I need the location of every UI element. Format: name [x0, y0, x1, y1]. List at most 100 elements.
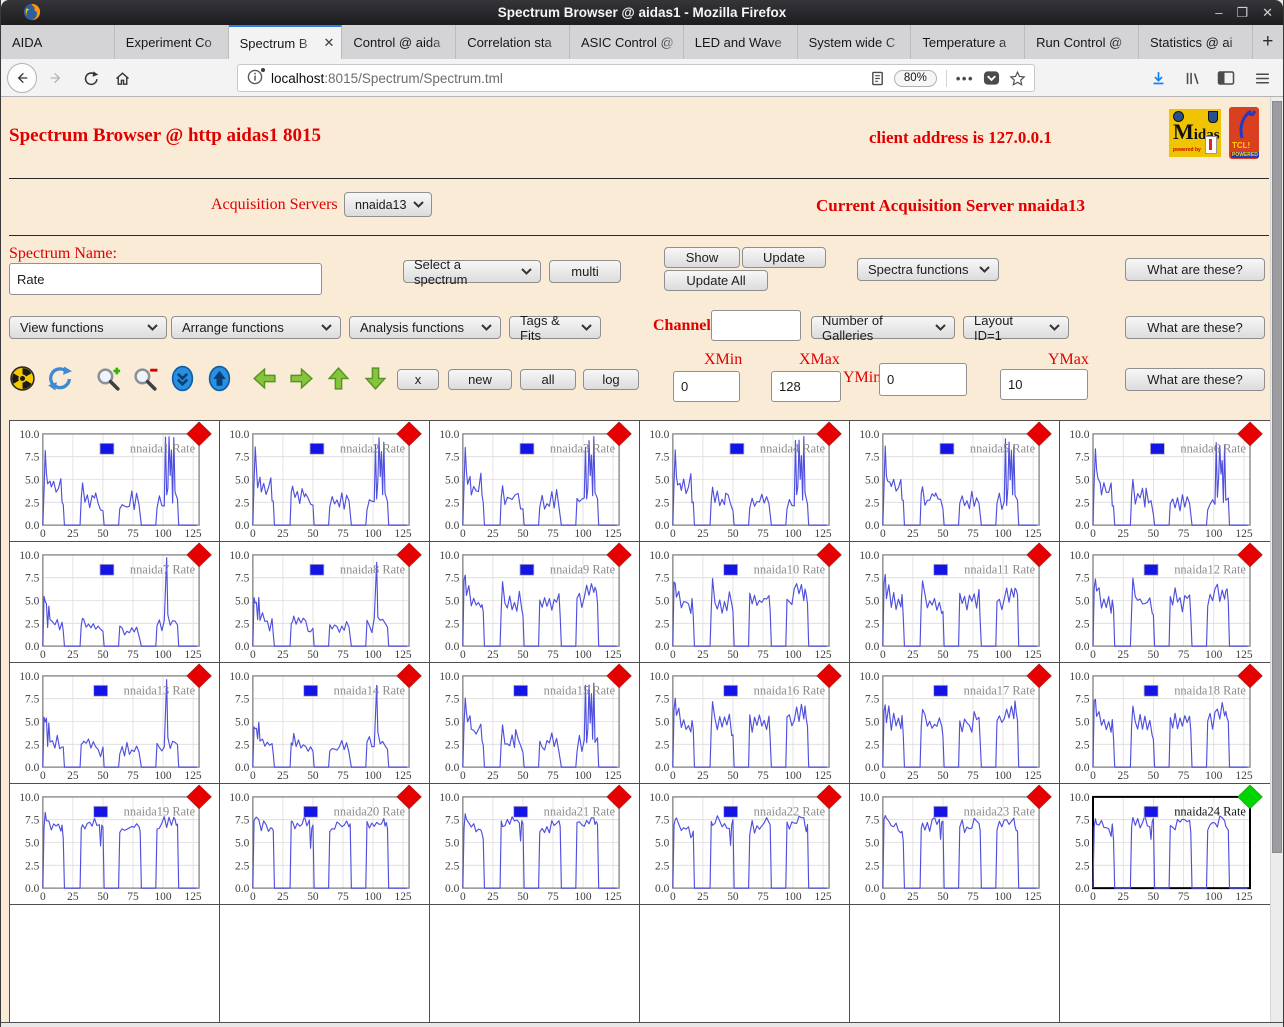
- analysis-functions-dropdown[interactable]: Analysis functions: [349, 316, 501, 339]
- spectra-functions-dropdown[interactable]: Spectra functions: [857, 258, 999, 281]
- pocket-icon[interactable]: [983, 70, 1000, 86]
- zoom-level-badge[interactable]: 80%: [893, 69, 937, 87]
- spectrum-chart-nnaida17[interactable]: 0.0 2.5 5.0 7.5 10.0 0 25 50 75 100 125 nnaida17 Ra…: [850, 663, 1060, 784]
- arrow-right-icon[interactable]: [288, 365, 315, 392]
- minimize-button[interactable]: –: [1215, 0, 1222, 25]
- spectrum-chart-nnaida14[interactable]: 0.0 2.5 5.0 7.5 10.0 0 25 50 75 100 125 nnaida14 Ra…: [220, 663, 430, 784]
- new-button[interactable]: new: [448, 369, 512, 390]
- spectrum-chart-nnaida1[interactable]: 0.0 2.5 5.0 7.5 10.0 0 25 50 75 100 125 nnaida1 Rat…: [10, 421, 220, 542]
- all-button[interactable]: all: [520, 369, 576, 390]
- xmax-input[interactable]: [771, 371, 841, 402]
- spectrum-chart-nnaida6[interactable]: 0.0 2.5 5.0 7.5 10.0 0 25 50 75 100 125 nnaida6 Rat…: [1060, 421, 1270, 542]
- bookmark-star-icon[interactable]: [1009, 70, 1026, 87]
- ymax-input[interactable]: [1000, 369, 1088, 400]
- spectrum-chart-nnaida21[interactable]: 0.0 2.5 5.0 7.5 10.0 0 25 50 75 100 125 nnaida21 Ra…: [430, 784, 640, 905]
- tab-control-aida[interactable]: Control @ aida: [342, 25, 457, 59]
- tab-system-wide-c[interactable]: System wide C: [798, 25, 912, 59]
- close-button[interactable]: ✕: [1262, 0, 1273, 25]
- spectrum-chart-nnaida2[interactable]: 0.0 2.5 5.0 7.5 10.0 0 25 50 75 100 125 nnaida2 Rat…: [220, 421, 430, 542]
- spectrum-chart-nnaida11[interactable]: 0.0 2.5 5.0 7.5 10.0 0 25 50 75 100 125 nnaida11 Ra…: [850, 542, 1060, 663]
- what-are-these-button-1[interactable]: What are these?: [1125, 258, 1265, 281]
- layout-id-dropdown[interactable]: Layout ID=1: [963, 313, 1069, 343]
- spectrum-chart-nnaida24[interactable]: 0.0 2.5 5.0 7.5 10.0 0 25 50 75 100 125 nnaida24 Ra…: [1060, 784, 1270, 905]
- reload-icon[interactable]: [75, 63, 105, 93]
- svg-text:7.5: 7.5: [655, 815, 670, 827]
- fast-up-icon[interactable]: [206, 365, 233, 392]
- tab-correlation-sta[interactable]: Correlation sta: [456, 25, 570, 59]
- zoom-out-icon[interactable]: [132, 365, 159, 392]
- tab-run-control[interactable]: Run Control @: [1025, 25, 1139, 59]
- svg-text:125: 125: [815, 649, 832, 661]
- spectrum-chart-nnaida22[interactable]: 0.0 2.5 5.0 7.5 10.0 0 25 50 75 100 125 nnaida22 Ra…: [640, 784, 850, 905]
- spectrum-chart-nnaida8[interactable]: 0.0 2.5 5.0 7.5 10.0 0 25 50 75 100 125 nnaida8 Rat…: [220, 542, 430, 663]
- svg-text:125: 125: [185, 770, 202, 782]
- tab-experiment-co[interactable]: Experiment Co: [115, 25, 229, 59]
- select-spectrum-dropdown[interactable]: Select a spectrum: [403, 257, 541, 287]
- ymin-input[interactable]: [879, 363, 967, 396]
- back-button[interactable]: [7, 63, 37, 93]
- spectrum-chart-nnaida9[interactable]: 0.0 2.5 5.0 7.5 10.0 0 25 50 75 100 125 nnaida9 Rat…: [430, 542, 640, 663]
- arrange-functions-dropdown[interactable]: Arrange functions: [171, 316, 341, 339]
- view-functions-dropdown[interactable]: View functions: [9, 316, 167, 339]
- spectrum-chart-nnaida12[interactable]: 0.0 2.5 5.0 7.5 10.0 0 25 50 75 100 125 nnaida12 Ra…: [1060, 542, 1270, 663]
- log-button[interactable]: log: [583, 369, 639, 390]
- tab-spectrum-b[interactable]: Spectrum B ✕: [228, 25, 343, 59]
- tab-aida[interactable]: AIDA: [1, 25, 115, 59]
- arrow-left-icon[interactable]: [251, 365, 278, 392]
- library-icon[interactable]: [1177, 63, 1207, 93]
- svg-text:0.0: 0.0: [865, 520, 880, 532]
- spectrum-name-input[interactable]: [9, 263, 322, 295]
- page-actions-icon[interactable]: •••: [956, 71, 974, 86]
- url-bar[interactable]: localhost:8015/Spectrum/Spectrum.tml 80%…: [237, 64, 1035, 92]
- update-button[interactable]: Update: [742, 247, 826, 268]
- spectrum-chart-nnaida10[interactable]: 0.0 2.5 5.0 7.5 10.0 0 25 50 75 100 125 nnaida10 Ra…: [640, 542, 850, 663]
- new-tab-button[interactable]: +: [1253, 25, 1283, 59]
- spectrum-chart-nnaida15[interactable]: 0.0 2.5 5.0 7.5 10.0 0 25 50 75 100 125 nnaida15 Ra…: [430, 663, 640, 784]
- zoom-in-icon[interactable]: [95, 365, 122, 392]
- what-are-these-button-3[interactable]: What are these?: [1125, 368, 1265, 391]
- forward-button[interactable]: [41, 63, 71, 93]
- scrollbar-thumb[interactable]: [1272, 101, 1282, 853]
- svg-text:10.0: 10.0: [1069, 792, 1089, 804]
- channel-input[interactable]: [711, 310, 801, 341]
- show-button[interactable]: Show: [664, 247, 740, 268]
- tab-close-icon[interactable]: ✕: [323, 35, 334, 51]
- update-all-button[interactable]: Update All: [664, 270, 768, 291]
- site-info-icon[interactable]: [247, 67, 265, 88]
- fast-down-icon[interactable]: [169, 365, 196, 392]
- spectrum-chart-nnaida18[interactable]: 0.0 2.5 5.0 7.5 10.0 0 25 50 75 100 125 nnaida18 Ra…: [1060, 663, 1270, 784]
- spectrum-chart-nnaida7[interactable]: 0.0 2.5 5.0 7.5 10.0 0 25 50 75 100 125 nnaida7 Rat…: [10, 542, 220, 663]
- tab-temperature-a[interactable]: Temperature a: [911, 25, 1026, 59]
- multi-button[interactable]: multi: [549, 260, 621, 283]
- acquisition-server-select[interactable]: nnaida13: [344, 192, 432, 217]
- arrow-down-icon[interactable]: [362, 365, 389, 392]
- tab-statistics-ai[interactable]: Statistics @ ai: [1139, 25, 1253, 59]
- refresh-icon[interactable]: [46, 365, 73, 392]
- tab-led-and-wave[interactable]: LED and Wave: [684, 25, 798, 59]
- what-are-these-button-2[interactable]: What are these?: [1125, 316, 1265, 339]
- spectrum-chart-nnaida4[interactable]: 0.0 2.5 5.0 7.5 10.0 0 25 50 75 100 125 nnaida4 Rat…: [640, 421, 850, 542]
- vertical-scrollbar[interactable]: [1270, 97, 1283, 1027]
- arrow-up-icon[interactable]: [325, 365, 352, 392]
- spectrum-chart-nnaida16[interactable]: 0.0 2.5 5.0 7.5 10.0 0 25 50 75 100 125 nnaida16 Ra…: [640, 663, 850, 784]
- home-icon[interactable]: [107, 63, 137, 93]
- spectrum-chart-nnaida20[interactable]: 0.0 2.5 5.0 7.5 10.0 0 25 50 75 100 125 nnaida20 Ra…: [220, 784, 430, 905]
- spectrum-chart-nnaida13[interactable]: 0.0 2.5 5.0 7.5 10.0 0 25 50 75 100 125 nnaida13 Ra…: [10, 663, 220, 784]
- reader-view-icon[interactable]: [870, 71, 885, 86]
- xmin-input[interactable]: [673, 371, 740, 402]
- sidebar-icon[interactable]: [1211, 63, 1241, 93]
- spectrum-chart-nnaida3[interactable]: 0.0 2.5 5.0 7.5 10.0 0 25 50 75 100 125 nnaida3 Rat…: [430, 421, 640, 542]
- radiation-icon[interactable]: [9, 365, 36, 392]
- svg-text:5.0: 5.0: [655, 474, 670, 486]
- spectrum-chart-nnaida5[interactable]: 0.0 2.5 5.0 7.5 10.0 0 25 50 75 100 125 nnaida5 Rat…: [850, 421, 1060, 542]
- tab-asic-control[interactable]: ASIC Control @: [570, 25, 684, 59]
- maximize-button[interactable]: ❐: [1236, 0, 1248, 25]
- download-icon[interactable]: [1143, 63, 1173, 93]
- spectrum-chart-nnaida19[interactable]: 0.0 2.5 5.0 7.5 10.0 0 25 50 75 100 125 nnaida19 Ra…: [10, 784, 220, 905]
- menu-hamburger-icon[interactable]: [1247, 63, 1277, 93]
- number-of-galleries-dropdown[interactable]: Number of Galleries: [811, 313, 955, 343]
- tags-fits-dropdown[interactable]: Tags & Fits: [509, 313, 601, 343]
- spectrum-chart-nnaida23[interactable]: 0.0 2.5 5.0 7.5 10.0 0 25 50 75 100 125 nnaida23 Ra…: [850, 784, 1060, 905]
- x-axis-button[interactable]: x: [397, 369, 439, 390]
- svg-text:75: 75: [1178, 649, 1190, 661]
